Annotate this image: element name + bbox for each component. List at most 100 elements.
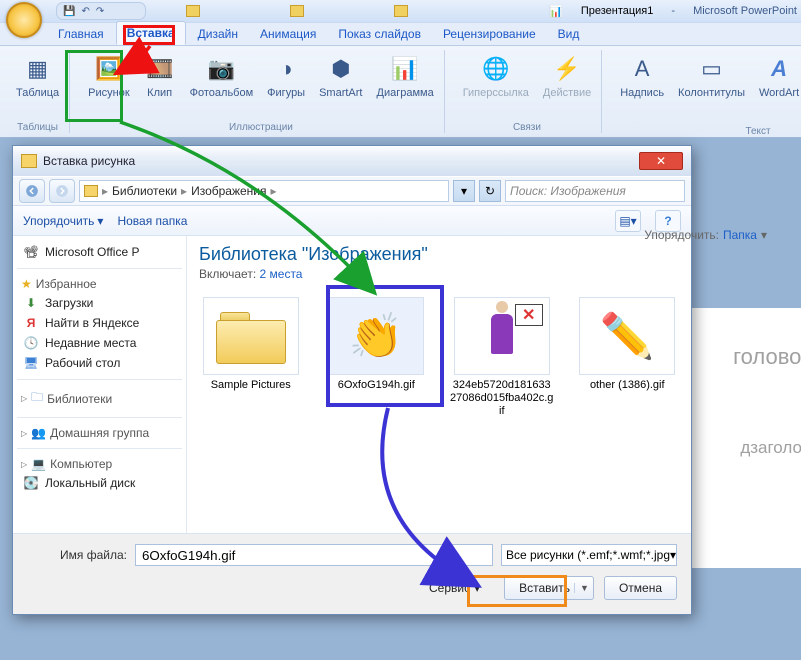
close-button[interactable]: ✕ [639,152,683,170]
chevron-down-icon: ▾ [761,228,767,242]
breadcrumb-current[interactable]: Изображения [191,184,266,198]
new-folder-button[interactable]: Новая папка [117,214,187,228]
presenter-icon [477,301,527,371]
sidebar-office[interactable]: 📽Microsoft Office P [17,242,182,262]
cancel-button[interactable]: Отмена [604,576,677,600]
table-button[interactable]: ▦Таблица [12,50,63,102]
dialog-footer: Имя файла: Все рисунки (*.emf;*.wmf;*.jp… [13,533,691,614]
libraries-icon: 🗀 [31,388,43,409]
insert-button[interactable]: Вставить▼ [504,576,594,600]
action-icon: ⚡ [551,53,583,85]
file-item[interactable]: 324eb5720d18163327086d015fba402c.gif [450,297,554,419]
redo-icon[interactable]: ↷ [96,6,104,17]
app-suite-name: Microsoft PowerPoint [693,5,797,17]
breadcrumb-dropdown[interactable]: ▾ [453,180,475,202]
back-button[interactable] [19,179,45,203]
photoalbum-button[interactable]: 📷Фотоальбом [186,50,258,102]
tools-button[interactable]: Сервис ▾ [415,576,494,600]
hyperlink-button[interactable]: 🌐Гиперссылка [459,50,533,102]
tab-design[interactable]: Дизайн [188,23,248,45]
chevron-down-icon[interactable]: ▼ [574,583,589,593]
breadcrumb-bar[interactable]: ▸ Библиотеки ▸ Изображения ▸ [79,180,449,202]
forward-button[interactable] [49,179,75,203]
search-input[interactable]: Поиск: Изображения [505,180,685,202]
shapes-icon: ◑ [270,53,302,85]
wordart-icon: A [763,53,795,85]
file-item-selected[interactable]: 👏 6OxfoG194h.gif [325,297,429,392]
clip-button[interactable]: 🎞️Клип [140,50,180,102]
file-name: 6OxfoG194h.gif [338,379,415,392]
sort-by-control[interactable]: Упорядочить: Папка ▾ [644,228,767,242]
chart-icon: 📊 [389,53,421,85]
breadcrumb-root[interactable]: Библиотеки [112,184,177,198]
insert-picture-dialog: Вставка рисунка ✕ ▸ Библиотеки ▸ Изображ… [12,145,692,615]
star-icon: ★ [21,277,32,291]
tab-animation[interactable]: Анимация [250,23,326,45]
file-name: 324eb5720d18163327086d015fba402c.gif [450,379,554,419]
smartart-button[interactable]: ⬢SmartArt [315,50,366,102]
picture-button[interactable]: 🖼️Рисунок [84,50,134,102]
filetype-filter[interactable]: Все рисунки (*.emf;*.wmf;*.jpg▾ [501,544,677,566]
tab-review[interactable]: Рецензирование [433,23,546,45]
sidebar-computer[interactable]: ▷💻Компьютер [17,455,182,473]
smartart-icon: ⬢ [325,53,357,85]
dialog-nav-bar: ▸ Библиотеки ▸ Изображения ▸ ▾ ↻ Поиск: … [13,176,691,206]
title-placeholder[interactable]: головок [733,344,801,370]
ribbon-tabs: Главная Вставка Дизайн Анимация Показ сл… [0,22,801,46]
group-illustrations-label: Иллюстрации [229,122,293,133]
shapes-button[interactable]: ◑Фигуры [263,50,309,102]
sidebar-downloads[interactable]: ⬇Загрузки [17,293,182,313]
tab-insert[interactable]: Вставка [116,21,186,45]
desktop-icon: 🖥 [23,356,39,370]
quick-access-toolbar[interactable]: 💾 ↶ ↷ [56,2,146,20]
subtitle-placeholder[interactable]: дзаголов [740,438,801,458]
folder-icon [216,308,286,364]
download-icon: ⬇ [23,296,39,310]
file-item[interactable]: ✏️ other (1386).gif [576,297,680,392]
sidebar-localdisk[interactable]: 💽Локальный диск [17,473,182,493]
textbox-icon: A [626,53,658,85]
organize-button[interactable]: Упорядочить ▾ [23,214,103,228]
dialog-title-bar[interactable]: Вставка рисунка ✕ [13,146,691,176]
pencil-icon: ✏️ [600,310,655,362]
view-mode-button[interactable]: ▤▾ [615,210,641,232]
includes-link[interactable]: 2 места [260,267,303,281]
clap-icon: 👏 [349,310,404,362]
clip-icon: 🎞️ [144,53,176,85]
sidebar-favorites[interactable]: ★Избранное [17,275,182,293]
recent-icon: 🕓 [23,336,39,350]
chevron-down-icon: ▾ [97,214,103,228]
wordart-button[interactable]: AWordArt [755,50,801,102]
tab-slideshow[interactable]: Показ слайдов [328,23,431,45]
chart-button[interactable]: 📊Диаграмма [373,50,438,102]
undo-icon[interactable]: ↶ [81,6,89,17]
powerpoint-icon: 📊 [549,5,563,18]
tab-home[interactable]: Главная [48,23,114,45]
sidebar-recent[interactable]: 🕓Недавние места [17,333,182,353]
sidebar-desktop[interactable]: 🖥Рабочий стол [17,353,182,373]
navigation-pane: 📽Microsoft Office P ★Избранное ⬇Загрузки… [13,236,187,533]
file-name: other (1386).gif [590,379,665,392]
filename-input[interactable] [135,544,493,566]
textbox-button[interactable]: AНадпись [616,50,668,102]
sidebar-libraries[interactable]: ▷🗀Библиотеки [17,386,182,411]
headerfooter-icon: ▭ [696,53,728,85]
homegroup-icon: 👥 [31,426,46,440]
library-header: Библиотека "Изображения" [199,244,679,265]
chevron-down-icon: ▾ [670,548,676,562]
group-links-label: Связи [513,122,541,133]
library-icon [84,185,98,197]
powerpoint-icon: 📽 [23,245,39,259]
action-button[interactable]: ⚡Действие [539,50,595,102]
refresh-button[interactable]: ↻ [479,180,501,202]
sidebar-homegroup[interactable]: ▷👥Домашняя группа [17,424,182,442]
headerfooter-button[interactable]: ▭Колонтитулы [674,50,749,102]
taskbar-previews [186,5,408,17]
tab-view[interactable]: Вид [548,23,590,45]
dialog-title: Вставка рисунка [43,154,135,168]
save-icon[interactable]: 💾 [63,6,75,17]
sidebar-yandex[interactable]: ЯНайти в Яндексе [17,313,182,333]
file-item-folder[interactable]: Sample Pictures [199,297,303,392]
office-button[interactable] [6,2,42,38]
hyperlink-icon: 🌐 [480,53,512,85]
